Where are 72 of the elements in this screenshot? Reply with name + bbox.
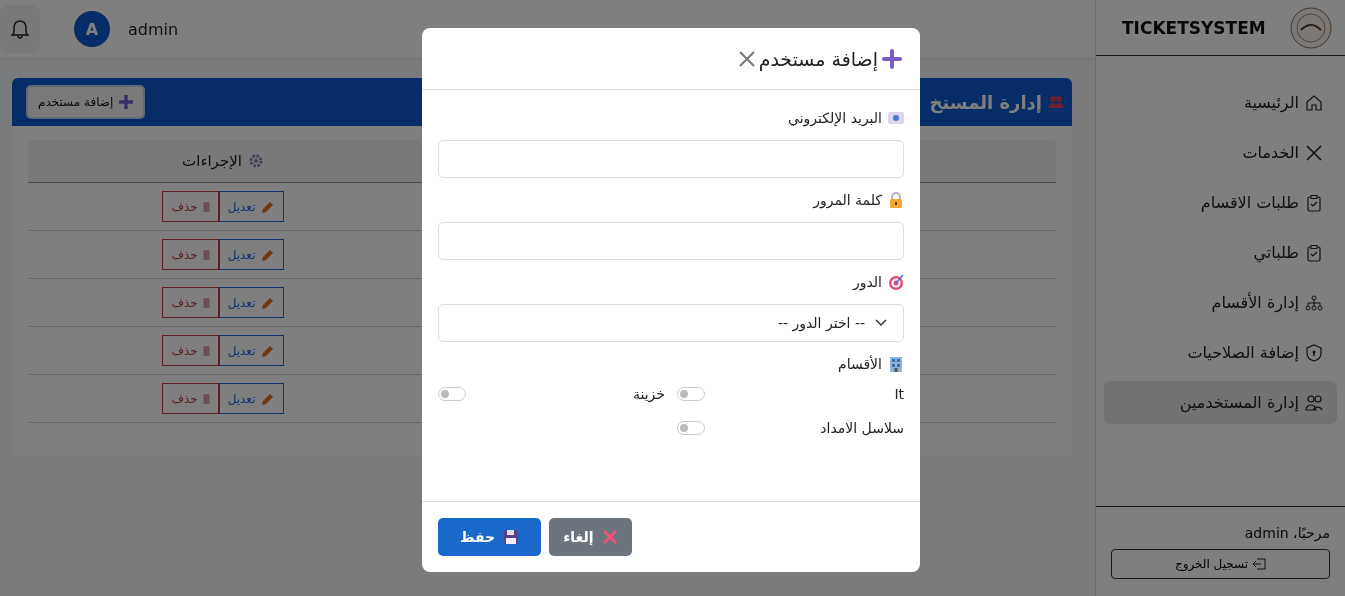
field-label: البريد الإلكتروني — [788, 110, 882, 126]
pencil-icon — [260, 295, 275, 310]
nav-item[interactable]: الرئيسية — [1104, 81, 1337, 124]
bell-icon — [11, 19, 29, 39]
lock-icon — [888, 192, 904, 208]
building-icon — [888, 356, 904, 372]
pencil-icon — [260, 199, 275, 214]
toggle-switch[interactable] — [677, 387, 705, 401]
close-button[interactable] — [738, 50, 755, 67]
email-field[interactable] — [438, 140, 904, 178]
pencil-icon — [260, 247, 275, 262]
edit-button[interactable]: تعديل — [218, 287, 284, 318]
field-label: الدور — [852, 274, 882, 290]
delete-button[interactable]: حذف — [162, 191, 219, 222]
delete-button[interactable]: حذف — [162, 239, 219, 270]
nav-item[interactable]: إدارة المستخدمين — [1104, 381, 1337, 424]
toggle-switch[interactable] — [677, 421, 705, 435]
greeting: مرحبًا، admin — [1243, 525, 1330, 541]
username: admin — [128, 19, 179, 39]
shield-icon — [1305, 343, 1323, 362]
cancel-button[interactable]: إلغاء — [549, 518, 632, 556]
home-icon — [1305, 93, 1323, 112]
logout-button[interactable]: تسجيل الخروج — [1111, 549, 1330, 579]
page-title-text: إدارة المستخ — [929, 91, 1042, 113]
password-field[interactable] — [438, 222, 904, 260]
field-label: كلمة المرور — [813, 192, 882, 208]
edit-button[interactable]: تعديل — [218, 335, 284, 366]
brand-name: TICKETSYSTEM — [1122, 17, 1266, 38]
nav-item[interactable]: إدارة الأقسام — [1104, 281, 1337, 324]
target-icon — [888, 274, 904, 290]
nav-item[interactable]: طلبات الاقسام — [1104, 181, 1337, 224]
role-select[interactable]: -- اختر الدور -- — [438, 304, 904, 342]
nav-item[interactable]: إضافة الصلاحيات — [1104, 331, 1337, 374]
gear-icon — [247, 153, 264, 169]
notifications-button[interactable] — [0, 5, 40, 53]
trash-icon — [202, 393, 210, 404]
nav-item[interactable]: طلباتي — [1104, 231, 1337, 274]
edit-button[interactable]: تعديل — [218, 191, 284, 222]
trash-icon — [202, 249, 210, 260]
user-avatar: A — [74, 11, 110, 47]
add-user-button[interactable]: إضافة مستخدم — [26, 85, 146, 119]
users-icon — [1048, 95, 1064, 109]
pencil-icon — [260, 391, 275, 406]
envelope-icon — [888, 112, 904, 124]
dialog-title: إضافة مستخدم — [758, 47, 878, 70]
people-icon — [1305, 393, 1323, 412]
pencil-icon — [260, 343, 275, 358]
department-label: سلاسل الامداد — [820, 420, 904, 436]
delete-button[interactable]: حذف — [162, 287, 219, 318]
plus-icon — [119, 95, 134, 109]
field-label: الأقسام — [838, 356, 882, 372]
clipboard-check-icon — [1305, 243, 1323, 262]
logout-icon — [1252, 558, 1267, 570]
edit-button[interactable]: تعديل — [218, 383, 284, 414]
edit-button[interactable]: تعديل — [218, 239, 284, 270]
nav-item[interactable]: الخدمات — [1104, 131, 1337, 174]
plus-icon — [882, 48, 902, 69]
hierarchy-icon — [1305, 293, 1323, 312]
toggle-switch[interactable] — [438, 387, 466, 401]
trash-icon — [202, 345, 210, 356]
department-label: It — [894, 386, 904, 402]
save-button[interactable]: حفظ — [438, 518, 542, 556]
department-label: خزينة — [633, 386, 665, 402]
clipboard-check-icon — [1305, 193, 1323, 212]
column-header: الإجراءات — [182, 152, 242, 170]
cross-icon — [601, 529, 618, 545]
logo-icon — [1289, 5, 1333, 50]
delete-button[interactable]: حذف — [162, 383, 219, 414]
trash-icon — [202, 201, 210, 212]
chevron-down-icon — [875, 319, 887, 327]
trash-icon — [202, 297, 210, 308]
delete-button[interactable]: حذف — [162, 335, 219, 366]
